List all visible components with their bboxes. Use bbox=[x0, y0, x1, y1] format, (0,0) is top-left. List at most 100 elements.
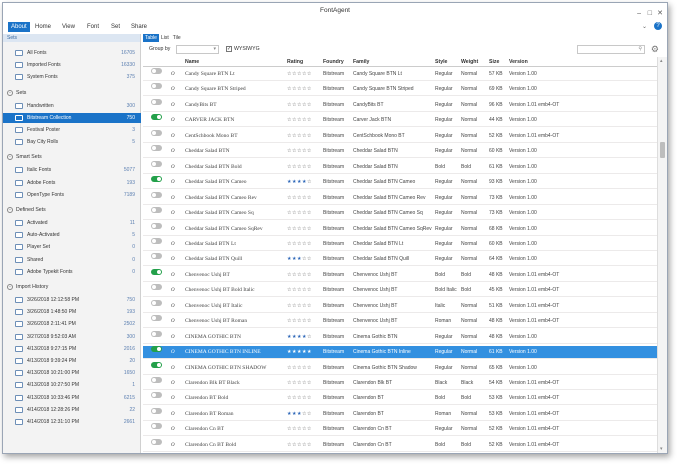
sidebar-item-import[interactable]: 4/13/2018 9:27:15 PM 2016 bbox=[3, 344, 141, 354]
collapse-icon[interactable]: − bbox=[7, 207, 13, 213]
table-row[interactable]: O Candy Square BTN Striped ☆☆☆☆☆ Bitstream C… bbox=[143, 83, 657, 97]
column-weight[interactable]: Weight bbox=[461, 57, 478, 67]
tab-tile[interactable]: Tile bbox=[171, 34, 183, 42]
menu-share[interactable]: Share bbox=[128, 22, 150, 32]
table-row[interactable]: O Clarendon Cn BT Bold ☆☆☆☆☆ Bitstream Clare… bbox=[143, 438, 657, 452]
close-icon[interactable]: ✕ bbox=[657, 6, 663, 22]
rating-stars[interactable]: ☆☆☆☆☆ bbox=[287, 362, 312, 375]
activation-toggle[interactable] bbox=[151, 361, 162, 368]
chevron-down-icon[interactable]: ⌄ bbox=[642, 23, 647, 30]
activation-toggle[interactable] bbox=[151, 207, 162, 214]
activation-toggle[interactable] bbox=[151, 315, 162, 322]
rating-stars[interactable]: ☆☆☆☆☆ bbox=[287, 284, 312, 297]
activation-toggle[interactable] bbox=[151, 407, 162, 414]
table-row[interactable]: O Clarendon BT Bold ☆☆☆☆☆ Bitstream Clarendo… bbox=[143, 392, 657, 406]
rating-stars[interactable]: ☆☆☆☆☆ bbox=[287, 114, 312, 127]
smart-sets-section-header[interactable]: − Smart Sets bbox=[3, 152, 141, 162]
sidebar-item-defined-set[interactable]: Activated 11 bbox=[3, 218, 141, 228]
menu-set[interactable]: Set bbox=[108, 22, 123, 32]
sidebar-item-library[interactable]: System Fonts 375 bbox=[3, 72, 141, 82]
column-style[interactable]: Style bbox=[435, 57, 447, 67]
defined-sets-section-header[interactable]: − Defined Sets bbox=[3, 205, 141, 215]
activation-toggle[interactable] bbox=[151, 284, 162, 291]
column-foundry[interactable]: Foundry bbox=[323, 57, 344, 67]
sidebar-item-library[interactable]: Imported Fonts 16330 bbox=[3, 60, 141, 70]
rating-stars[interactable]: ☆☆☆☆☆ bbox=[287, 68, 312, 81]
activation-toggle[interactable] bbox=[151, 129, 162, 136]
maximize-icon[interactable]: □ bbox=[648, 6, 652, 22]
rating-stars[interactable]: ☆☆☆☆☆ bbox=[287, 377, 312, 390]
activation-toggle[interactable] bbox=[151, 98, 162, 105]
menu-view[interactable]: View bbox=[59, 22, 78, 32]
activation-toggle[interactable] bbox=[151, 330, 162, 337]
rating-stars[interactable]: ★★★☆☆ bbox=[287, 408, 312, 421]
sidebar-item-set[interactable]: Bay City Rolls 5 bbox=[3, 137, 141, 147]
rating-stars[interactable]: ☆☆☆☆☆ bbox=[287, 192, 312, 205]
sidebar-item-import[interactable]: 4/13/2018 9:39:24 PM 20 bbox=[3, 356, 141, 366]
sidebar-item-smart-set[interactable]: Adobe Fonts 193 bbox=[3, 178, 141, 188]
sets-tab[interactable]: Sets bbox=[3, 34, 140, 42]
table-row[interactable]: O Cheddar Salad BTN Quill ★★★☆☆ Bitstream Ch… bbox=[143, 253, 657, 267]
rating-stars[interactable]: ★★★★☆ bbox=[287, 331, 312, 344]
rating-stars[interactable]: ☆☆☆☆☆ bbox=[287, 423, 312, 436]
activation-toggle[interactable] bbox=[151, 438, 162, 445]
sidebar-item-defined-set[interactable]: Auto-Activated 5 bbox=[3, 230, 141, 240]
sidebar-item-set[interactable]: Festival Poster 3 bbox=[3, 125, 141, 135]
menu-font[interactable]: Font bbox=[84, 22, 102, 32]
sets-section-header[interactable]: − Sets bbox=[3, 88, 141, 98]
sidebar-item-set[interactable]: Handwritten 300 bbox=[3, 101, 141, 111]
sidebar-item-library[interactable]: All Fonts 16705 bbox=[3, 48, 141, 58]
table-row[interactable]: O CentSchbook Mono BT ☆☆☆☆☆ Bitstream CentSc… bbox=[143, 129, 657, 143]
sidebar-item-import[interactable]: 4/14/2018 12:31:10 PM 2661 bbox=[3, 417, 141, 427]
activation-toggle[interactable] bbox=[151, 145, 162, 152]
rating-stars[interactable]: ☆☆☆☆☆ bbox=[287, 439, 312, 452]
column-name[interactable]: Name bbox=[185, 57, 199, 67]
wysiwyg-checkbox[interactable]: ✓ bbox=[226, 46, 232, 52]
table-row[interactable]: O Cheddar Salad BTN ☆☆☆☆☆ Bitstream Cheddar … bbox=[143, 145, 657, 159]
rating-stars[interactable]: ★★★☆☆ bbox=[287, 253, 312, 266]
activation-toggle[interactable] bbox=[151, 176, 162, 183]
table-row[interactable]: O Clarendon BT Roman ★★★☆☆ Bitstream Clarend… bbox=[143, 407, 657, 421]
table-row[interactable]: O Clarendon Cn BT ☆☆☆☆☆ Bitstream Clarendon … bbox=[143, 423, 657, 437]
rating-stars[interactable]: ☆☆☆☆☆ bbox=[287, 315, 312, 328]
column-family[interactable]: Family bbox=[353, 57, 369, 67]
sidebar-item-import[interactable]: 4/14/2018 12:28:26 PM 22 bbox=[3, 405, 141, 415]
table-row[interactable]: O Chenvenoc Ushj BT Italic ☆☆☆☆☆ Bitstream C… bbox=[143, 299, 657, 313]
column-version[interactable]: Version bbox=[509, 57, 528, 67]
activation-toggle[interactable] bbox=[151, 114, 162, 121]
table-row[interactable]: O CandyBits BT ☆☆☆☆☆ Bitstream CandyBits BT R… bbox=[143, 98, 657, 112]
activation-toggle[interactable] bbox=[151, 299, 162, 306]
sidebar-item-smart-set[interactable]: Italic Fonts 5077 bbox=[3, 165, 141, 175]
activation-toggle[interactable] bbox=[151, 423, 162, 430]
table-row[interactable]: O CARVER JACK BTN ☆☆☆☆☆ Bitstream Carver Jac… bbox=[143, 114, 657, 128]
table-row[interactable]: O Candy Square BTN Lt ☆☆☆☆☆ Bitstream Candy … bbox=[143, 68, 657, 81]
table-row[interactable]: O Cheddar Salad BTN Cameo SqRev ☆☆☆☆☆ Bitst… bbox=[143, 222, 657, 236]
sidebar-item-import[interactable]: 4/13/2018 10:33:46 PM 6215 bbox=[3, 393, 141, 403]
collapse-icon[interactable]: − bbox=[7, 284, 13, 290]
table-row[interactable]: O CINEMA GOTHIC BTN SHADOW ☆☆☆☆☆ Bitstream C… bbox=[143, 361, 657, 375]
table-row[interactable]: O CINEMA GOTHIC BTN ★★★★☆ Bitstream Cinema G… bbox=[143, 330, 657, 344]
sidebar-item-defined-set[interactable]: Player Set 0 bbox=[3, 242, 141, 252]
activation-toggle[interactable] bbox=[151, 253, 162, 260]
column-rating[interactable]: Rating bbox=[287, 57, 303, 67]
gear-icon[interactable]: ⚙ bbox=[651, 44, 659, 55]
rating-stars[interactable]: ☆☆☆☆☆ bbox=[287, 161, 312, 174]
activation-toggle[interactable] bbox=[151, 346, 162, 353]
rating-stars[interactable]: ☆☆☆☆☆ bbox=[287, 99, 312, 112]
table-row[interactable]: O Chenvenoc Ushj BT Roman ☆☆☆☆☆ Bitstream Ch… bbox=[143, 315, 657, 329]
menu-about[interactable]: About bbox=[8, 22, 30, 32]
activation-toggle[interactable] bbox=[151, 68, 162, 74]
table-row[interactable]: O Cheddar Salad BTN Cameo Rev ☆☆☆☆☆ Bitstre… bbox=[143, 191, 657, 205]
activation-toggle[interactable] bbox=[151, 377, 162, 383]
help-icon[interactable]: ? bbox=[654, 22, 662, 30]
rating-stars[interactable]: ☆☆☆☆☆ bbox=[287, 83, 312, 96]
rating-stars[interactable]: ☆☆☆☆☆ bbox=[287, 145, 312, 158]
table-row[interactable]: O Clarendon Blk BT Black ☆☆☆☆☆ Bitstream Cla… bbox=[143, 377, 657, 390]
table-row[interactable]: O Chenvenoc Ushj BT ☆☆☆☆☆ Bitstream Chenveno… bbox=[143, 268, 657, 282]
sidebar-item-import[interactable]: 3/26/2018 2:11:41 PM 2502 bbox=[3, 319, 141, 329]
tab-list[interactable]: List bbox=[159, 34, 171, 42]
activation-toggle[interactable] bbox=[151, 392, 162, 399]
scrollbar-thumb[interactable] bbox=[660, 142, 665, 158]
rating-stars[interactable]: ★★★★☆ bbox=[287, 176, 312, 189]
rating-stars[interactable]: ☆☆☆☆☆ bbox=[287, 300, 312, 313]
